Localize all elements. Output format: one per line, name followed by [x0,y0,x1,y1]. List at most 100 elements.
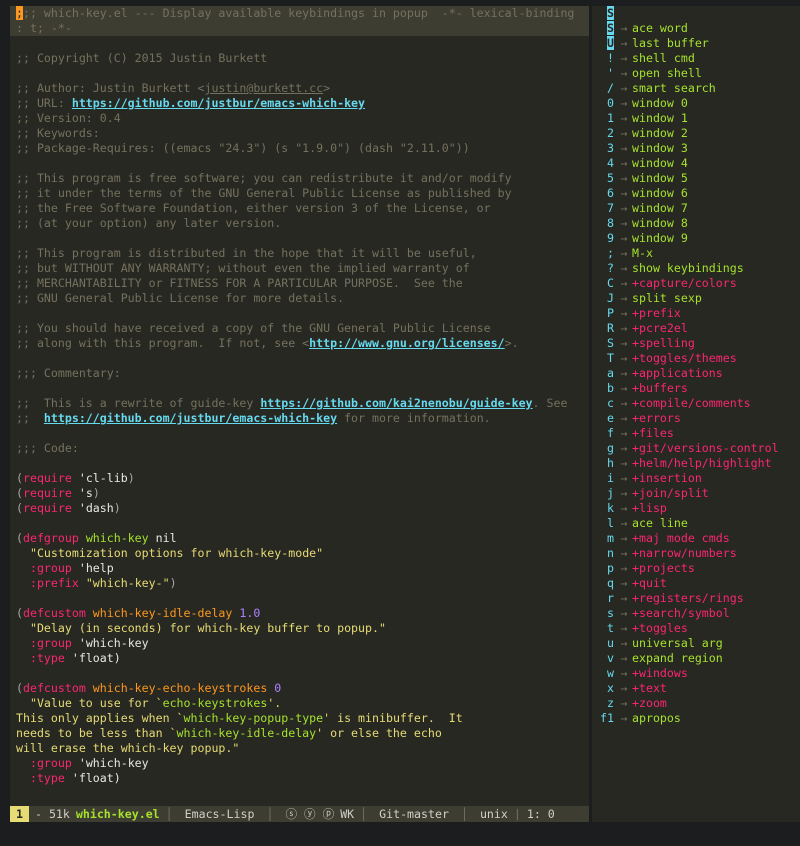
arrow-icon: → [620,516,628,530]
popup-item[interactable]: P → +prefix [592,306,800,321]
popup-item[interactable]: 2 → window 2 [592,126,800,141]
popup-item[interactable]: 7 → window 7 [592,201,800,216]
defcustom-line: (defcustom which-key-idle-delay 1.0 [16,606,261,620]
popup-item[interactable]: J → split sexp [592,291,800,306]
window-number-badge[interactable]: 1 [10,806,29,822]
popup-item[interactable]: p → +projects [592,561,800,576]
popup-item-key: x [607,681,614,695]
popup-item[interactable]: r → +registers/rings [592,591,800,606]
popup-item[interactable]: 3 → window 3 [592,141,800,156]
popup-item-key: 8 [607,216,614,230]
group-line: :group 'which-key [10,636,589,651]
popup-item[interactable]: S → ace word [592,21,800,36]
popup-item[interactable]: q → +quit [592,576,800,591]
popup-item-desc: +narrow/numbers [632,546,737,560]
popup-item[interactable]: 6 → window 6 [592,186,800,201]
buffer-filename[interactable]: which-key.el [76,806,160,822]
popup-item[interactable]: ' → open shell [592,66,800,81]
editor-buffer[interactable]: ;;; which-key.el --- Display available k… [10,6,589,806]
popup-item[interactable]: ! → shell cmd [592,51,800,66]
popup-item[interactable]: 4 → window 4 [592,156,800,171]
defgroup-name: which-key [85,531,149,545]
echo-area [0,822,800,846]
type-value: 'float) [64,651,121,665]
popup-item-desc: +capture/colors [632,276,737,290]
popup-item-desc: window 2 [632,126,688,140]
license-line: ;; MERCHANTABILITY or FITNESS FOR A PART… [16,276,463,290]
popup-item[interactable]: n → +narrow/numbers [592,546,800,561]
defcustom-value: 0 [274,681,282,695]
popup-item[interactable]: f → +files [592,426,800,441]
arrow-icon: → [620,501,628,515]
popup-item[interactable]: x → +text [592,681,800,696]
major-mode[interactable]: Emacs-Lisp [179,806,261,822]
arrow-icon: → [620,471,628,485]
gnu-license-link[interactable]: http://www.gnu.org/licenses/ [309,336,504,350]
group-keyword: :group [29,636,72,650]
popup-item-desc: split sexp [632,291,702,305]
popup-item[interactable]: S → +spelling [592,336,800,351]
popup-item[interactable]: T → +toggles/themes [592,351,800,366]
license-line: ;; but WITHOUT ANY WARRANTY; without eve… [16,261,470,275]
require-line: (require 'cl-lib) [16,471,135,485]
popup-item[interactable]: m → +maj mode cmds [592,531,800,546]
popup-item[interactable]: a → +applications [592,366,800,381]
popup-item-desc: ace line [632,516,688,530]
minor-mode-icons[interactable]: ⓢ ⓨ ⓟ [279,806,340,822]
popup-item-desc: +helm/help/highlight [632,456,772,470]
popup-item[interactable]: e → +errors [592,411,800,426]
popup-item[interactable]: u → universal arg [592,636,800,651]
popup-item[interactable]: ? → show keybindings [592,261,800,276]
type-value: 'float) [64,771,121,785]
popup-item[interactable]: 8 → window 8 [592,216,800,231]
window-divider[interactable] [589,6,591,822]
popup-item-desc: +buffers [632,381,688,395]
popup-item[interactable]: j → +join/split [592,486,800,501]
arrow-icon: → [620,246,628,260]
popup-item[interactable]: s → +search/symbol [592,606,800,621]
arrow-icon: → [620,576,628,590]
url-link[interactable]: https://github.com/justbur/emacs-which-k… [72,96,365,110]
popup-item[interactable]: z → +zoom [592,696,800,711]
popup-item-desc: +files [632,426,674,440]
which-key-mode[interactable]: WK [340,806,354,822]
popup-item[interactable]: 5 → window 5 [592,171,800,186]
popup-item[interactable]: U → last buffer [592,36,800,51]
popup-item[interactable]: b → +buffers [592,381,800,396]
popup-item[interactable]: 1 → window 1 [592,111,800,126]
code-line: ;;; which-key.el --- Display available k… [10,6,589,21]
popup-item[interactable]: w → +windows [592,666,800,681]
popup-item[interactable]: f1 → apropos [592,711,800,726]
popup-item[interactable]: g → +git/versions-control [592,441,800,456]
popup-item-key: ! [607,51,614,65]
popup-item[interactable]: ; → M-x [592,246,800,261]
type-line: :type 'float) [10,771,589,786]
popup-item[interactable]: i → +insertion [592,471,800,486]
arrow-icon: → [620,261,628,275]
popup-item[interactable]: R → +pcre2el [592,321,800,336]
which-key-popup: S S → ace word U → last buffer! → shell cmd ' → op… [592,6,800,822]
popup-item-key: S [607,21,614,35]
arrow-icon: → [620,681,628,695]
popup-item[interactable]: v → expand region [592,651,800,666]
popup-item[interactable]: 9 → window 9 [592,231,800,246]
defgroup-doc: "Customization options for which-key-mod… [29,546,324,560]
which-key-link[interactable]: https://github.com/justbur/emacs-which-k… [44,411,337,425]
popup-item[interactable]: t → +toggles [592,621,800,636]
guide-key-link[interactable]: https://github.com/kai2nenobu/guide-key [260,396,532,410]
author-email-link[interactable]: justin@burkett.cc [204,81,323,95]
license-line: ;; along with this program. If not, see … [10,336,589,351]
popup-item[interactable]: h → +helm/help/highlight [592,456,800,471]
popup-item[interactable]: / → smart search [592,81,800,96]
popup-item[interactable]: l → ace line [592,516,800,531]
defcustom-name: which-key-idle-delay [92,606,233,620]
popup-item[interactable]: 0 → window 0 [592,96,800,111]
vc-branch[interactable]: Git-master [373,806,455,822]
popup-item[interactable]: k → +lisp [592,501,800,516]
popup-header: S [592,6,800,21]
popup-item[interactable]: C → +capture/colors [592,276,800,291]
popup-item[interactable]: c → +compile/comments [592,396,800,411]
author-line: ;; Author: Justin Burkett <justin@burket… [10,81,589,96]
